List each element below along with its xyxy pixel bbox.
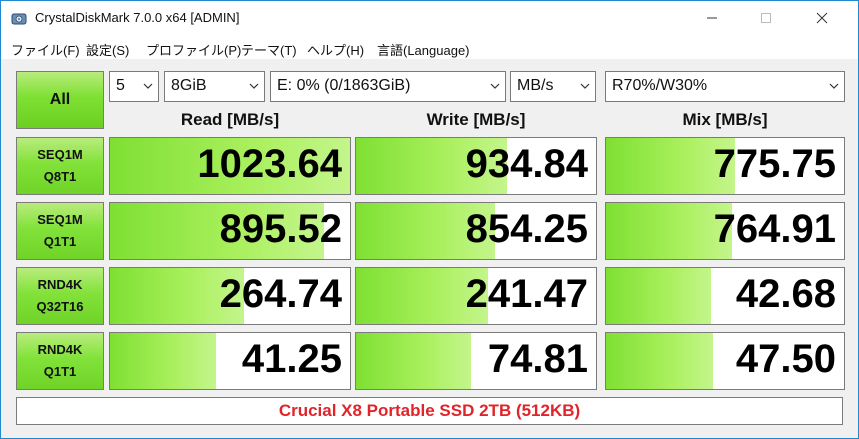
test-name-line2: Q1T1 <box>43 234 77 249</box>
result-value: 934.84 <box>465 142 588 186</box>
test-size-select[interactable]: 8GiB <box>164 71 265 102</box>
drive-value: E: 0% (0/1863GiB) <box>277 77 411 94</box>
result-bar <box>356 333 472 389</box>
test-count-value: 5 <box>116 77 125 94</box>
test-rnd4k-q32t16-button[interactable]: RND4K Q32T16 <box>16 267 104 325</box>
test-name-line1: SEQ1M <box>37 212 83 227</box>
result-value: 74.81 <box>487 337 588 381</box>
result-mix-rnd4k-q1t1: 47.50 <box>605 332 845 390</box>
result-mix-rnd4k-q32t16: 42.68 <box>605 267 845 325</box>
minimize-icon <box>707 17 717 19</box>
minimize-button[interactable] <box>689 1 735 35</box>
mix-ratio-value: R70%/W30% <box>612 77 708 94</box>
comment-field[interactable]: Crucial X8 Portable SSD 2TB (512KB) <box>16 397 843 425</box>
result-value: 1023.64 <box>197 142 342 186</box>
result-value: 264.74 <box>219 272 342 316</box>
maximize-icon <box>761 13 771 23</box>
mix-ratio-select[interactable]: R70%/W30% <box>605 71 845 102</box>
menu-help[interactable]: ヘルプ(H) <box>307 40 364 59</box>
close-icon <box>816 12 828 24</box>
chevron-down-icon <box>490 83 500 89</box>
test-rnd4k-q1t1-button[interactable]: RND4K Q1T1 <box>16 332 104 390</box>
read-column-header: Read [MB/s] <box>180 110 280 129</box>
test-size-value: 8GiB <box>171 77 207 94</box>
result-value: 775.75 <box>713 142 836 186</box>
write-column-header: Write [MB/s] <box>426 110 526 129</box>
result-value: 241.47 <box>465 272 588 316</box>
result-value: 47.50 <box>735 337 836 381</box>
result-read-seq1m-q1t1: 895.52 <box>109 202 351 260</box>
test-name-line2: Q8T1 <box>43 169 77 184</box>
test-name-line2: Q1T1 <box>43 364 77 379</box>
main-panel: All 5 8GiB E: 0% (0/1863GiB) MB/s R70%/W… <box>9 63 850 433</box>
drive-select[interactable]: E: 0% (0/1863GiB) <box>270 71 506 102</box>
test-name-line2: Q32T16 <box>36 299 84 314</box>
result-mix-seq1m-q1t1: 764.91 <box>605 202 845 260</box>
chevron-down-icon <box>829 83 839 89</box>
title-bar[interactable]: CrystalDiskMark 7.0.0 x64 [ADMIN] <box>1 1 858 37</box>
menu-file[interactable]: ファイル(F) <box>11 40 80 59</box>
unit-select[interactable]: MB/s <box>510 71 596 102</box>
result-bar <box>606 333 714 389</box>
test-name-line1: RND4K <box>37 277 83 292</box>
result-bar <box>606 268 711 324</box>
test-seq1m-q1t1-button[interactable]: SEQ1M Q1T1 <box>16 202 104 260</box>
mix-column-header: Mix [MB/s] <box>682 110 768 129</box>
close-button[interactable] <box>799 1 845 35</box>
menu-settings[interactable]: 設定(S) <box>86 40 129 59</box>
app-disk-icon <box>11 13 27 25</box>
all-button[interactable]: All <box>16 71 104 129</box>
result-value: 42.68 <box>735 272 836 316</box>
result-value: 895.52 <box>219 207 342 251</box>
result-write-seq1m-q8t1: 934.84 <box>355 137 597 195</box>
result-read-rnd4k-q1t1: 41.25 <box>109 332 351 390</box>
chevron-down-icon <box>249 83 259 89</box>
result-value: 854.25 <box>465 207 588 251</box>
test-count-select[interactable]: 5 <box>109 71 159 102</box>
unit-value: MB/s <box>517 77 554 94</box>
window-title: CrystalDiskMark 7.0.0 x64 [ADMIN] <box>35 10 240 25</box>
result-write-rnd4k-q1t1: 74.81 <box>355 332 597 390</box>
menu-language[interactable]: 言語(Language) <box>377 40 470 59</box>
test-seq1m-q8t1-button[interactable]: SEQ1M Q8T1 <box>16 137 104 195</box>
test-name-line1: SEQ1M <box>37 147 83 162</box>
test-name-line1: RND4K <box>37 342 83 357</box>
result-write-seq1m-q1t1: 854.25 <box>355 202 597 260</box>
result-bar <box>110 333 216 389</box>
menu-profile[interactable]: プロファイル(P) <box>146 40 241 59</box>
app-window: CrystalDiskMark 7.0.0 x64 [ADMIN] ファイル(F… <box>0 0 859 439</box>
result-write-rnd4k-q32t16: 241.47 <box>355 267 597 325</box>
result-value: 41.25 <box>241 337 342 381</box>
result-mix-seq1m-q8t1: 775.75 <box>605 137 845 195</box>
maximize-button[interactable] <box>743 1 789 35</box>
menu-bar: ファイル(F) 設定(S) プロファイル(P) テーマ(T) ヘルプ(H) 言語… <box>1 37 858 59</box>
result-read-rnd4k-q32t16: 264.74 <box>109 267 351 325</box>
result-value: 764.91 <box>713 207 836 251</box>
menu-theme[interactable]: テーマ(T) <box>241 40 297 59</box>
chevron-down-icon <box>143 83 153 89</box>
result-read-seq1m-q8t1: 1023.64 <box>109 137 351 195</box>
chevron-down-icon <box>580 83 590 89</box>
